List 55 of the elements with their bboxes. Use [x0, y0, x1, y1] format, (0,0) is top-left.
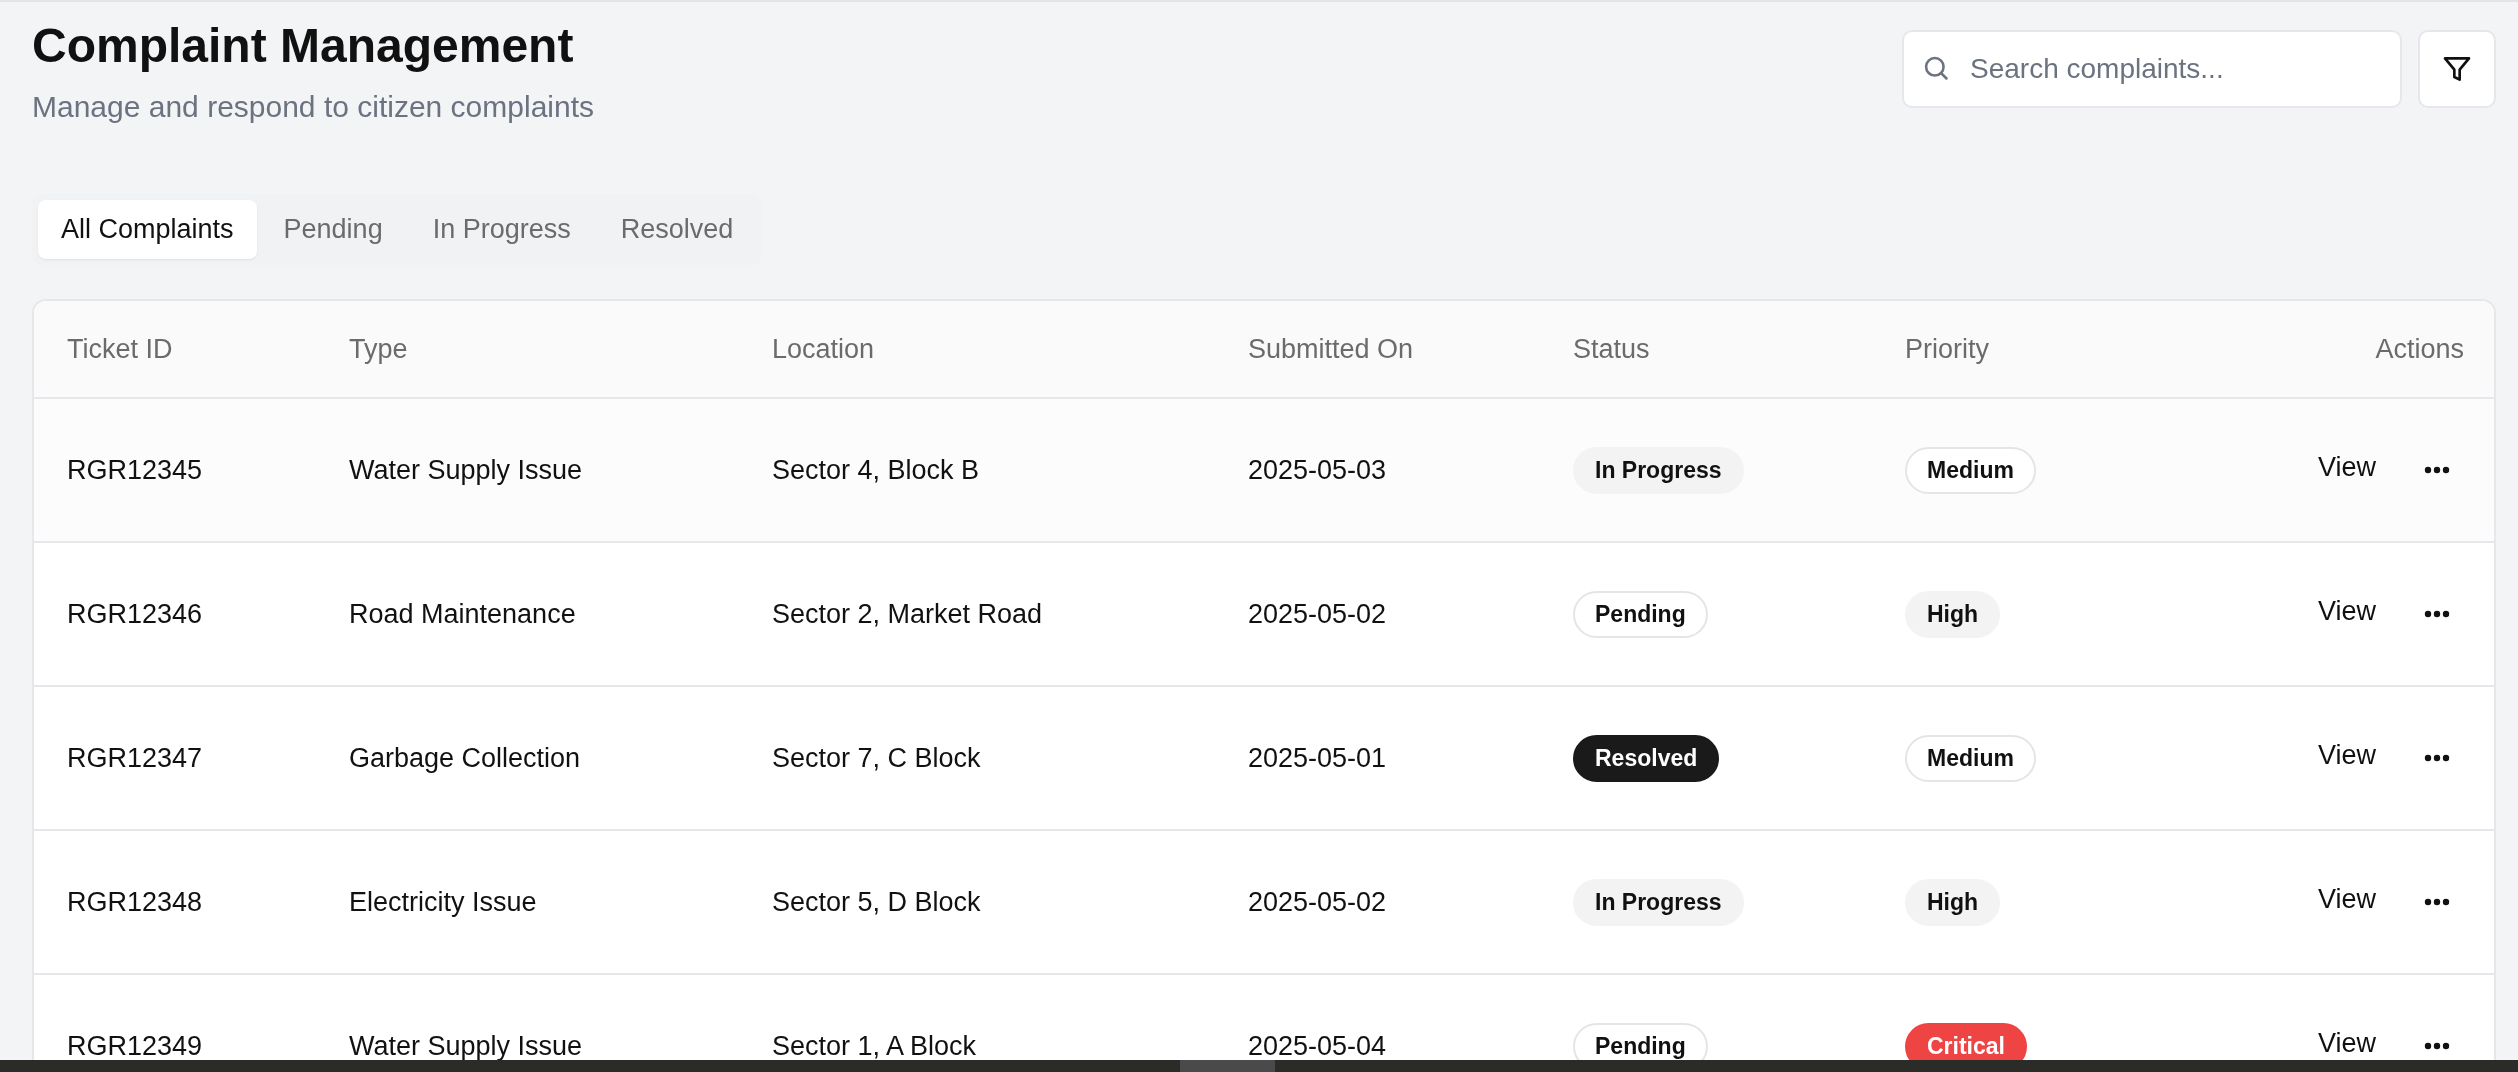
priority-badge: High: [1905, 590, 2001, 638]
filter-button[interactable]: [2418, 30, 2496, 108]
location-cell-text: Sector 5, D Block: [772, 886, 982, 918]
type-cell-text: Road Maintenance: [349, 598, 577, 630]
type-cell-text: Water Supply Issue: [349, 1030, 584, 1062]
ticket-id-cell-text: RGR12346: [67, 598, 204, 630]
scrollbar[interactable]: [0, 1060, 2518, 1072]
filter-tab[interactable]: Pending: [260, 200, 406, 259]
date-cell-text: 2025-05-01: [1248, 742, 1388, 774]
column-header: Ticket ID: [67, 333, 174, 365]
type-cell-text: Garbage Collection: [349, 742, 582, 774]
date-cell-text: 2025-05-02: [1248, 598, 1388, 630]
more-icon: [2424, 754, 2450, 762]
page-subtitle: Manage and respond to citizen complaints: [32, 90, 594, 124]
more-icon: [2424, 1042, 2450, 1050]
ticket-id-cell-text: RGR12347: [67, 742, 204, 774]
status-badge: Pending: [1573, 590, 1708, 638]
ticket-id-cell-text: RGR12349: [67, 1030, 204, 1062]
status-badge: Resolved: [1573, 734, 1720, 782]
column-header: Submitted On: [1248, 333, 1415, 365]
priority-badge: Medium: [1905, 446, 2036, 494]
ticket-id-cell-text: RGR12348: [67, 886, 204, 918]
column-header: Location: [772, 333, 876, 365]
view-link[interactable]: View: [2317, 595, 2376, 627]
more-icon: [2424, 898, 2450, 906]
status-badge: In Progress: [1573, 878, 1744, 926]
view-link[interactable]: View: [2317, 883, 2376, 915]
location-cell-text: Sector 7, C Block: [772, 742, 982, 774]
page-title: Complaint Management: [32, 18, 575, 74]
view-link[interactable]: View: [2317, 739, 2376, 771]
column-header: Priority: [1905, 333, 1990, 365]
filter-tab[interactable]: Resolved: [597, 200, 757, 259]
column-header: Type: [349, 333, 409, 365]
date-cell-text: 2025-05-02: [1248, 886, 1388, 918]
date-cell-text: 2025-05-04: [1248, 1030, 1388, 1062]
location-cell-text: Sector 2, Market Road: [772, 598, 1044, 630]
view-link[interactable]: View: [2317, 451, 2376, 483]
location-cell-text: Sector 1, A Block: [772, 1030, 978, 1062]
more-icon: [2424, 466, 2450, 474]
type-cell-text: Electricity Issue: [349, 886, 538, 918]
search-field[interactable]: Search complaints...: [1902, 30, 2402, 108]
filter-tab[interactable]: All Complaints: [38, 200, 257, 259]
type-cell-text: Water Supply Issue: [349, 454, 584, 486]
priority-badge: High: [1905, 878, 2001, 926]
view-link[interactable]: View: [2317, 1027, 2376, 1059]
search-icon: [1922, 54, 1950, 82]
column-header: Status: [1573, 333, 1651, 365]
column-header: Actions: [2374, 333, 2464, 365]
filter-tab[interactable]: In Progress: [409, 200, 594, 259]
ticket-id-cell-text: RGR12345: [67, 454, 204, 486]
status-badge: In Progress: [1573, 446, 1744, 494]
location-cell-text: Sector 4, Block B: [772, 454, 981, 486]
more-icon: [2424, 610, 2450, 618]
priority-badge: Medium: [1905, 734, 2036, 782]
date-cell-text: 2025-05-03: [1248, 454, 1388, 486]
